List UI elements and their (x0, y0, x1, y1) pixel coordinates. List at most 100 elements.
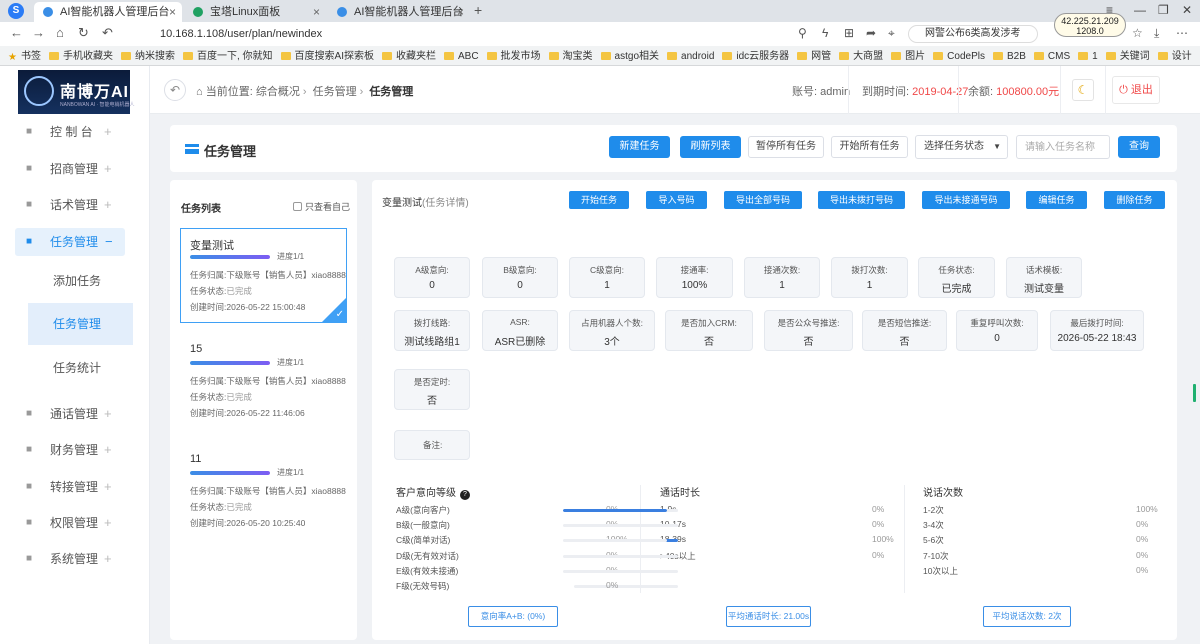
import-numbers-button[interactable]: 导入号码 (646, 191, 707, 209)
task-name-search-input[interactable] (1016, 135, 1110, 159)
logout-button[interactable]: ⏻ 退出 (1112, 76, 1160, 104)
download-icon[interactable]: ⤓ (1154, 26, 1159, 41)
avg-duration-button[interactable]: 平均通话时长: 21.00s (726, 606, 811, 627)
avg-speak-count-button[interactable]: 平均说话次数: 2次 (983, 606, 1071, 627)
brand-logo[interactable]: 南博万AI NANBOWAN AI · 智能电销机器人 (18, 70, 135, 114)
bookmark-item[interactable]: 纳米搜索 (121, 48, 175, 66)
export-unanswered-button[interactable]: 导出未接通号码 (922, 191, 1010, 209)
breadcrumb-item[interactable]: 综合概况 (256, 86, 300, 98)
home-icon[interactable]: ⌂ (56, 25, 64, 40)
task-status-select[interactable]: 选择任务状态 ▼ (915, 135, 1008, 159)
browser-search-input[interactable]: 网警公布6类高发涉考 (908, 25, 1038, 43)
bolt-icon[interactable]: ϟ (822, 26, 828, 40)
intent-rate-button[interactable]: 意向率A+B: (0%) (468, 606, 558, 627)
task-card[interactable]: 变量测试 进度1/1 任务归属:下级账号【销售人员】xiao8888 任务状态:已完成… (180, 228, 347, 323)
tab-close-icon[interactable]: × (169, 2, 176, 22)
distribution-percent: 0% (872, 549, 885, 560)
stat-label: 是否加入CRM: (681, 318, 737, 328)
bookmark-item[interactable]: 手机收藏夹 (49, 48, 113, 66)
distribution-percent: 100% (872, 534, 894, 545)
location-icon[interactable]: ⚲ (798, 26, 807, 40)
tab-ai-admin-2[interactable]: AI智能机器人管理后台 × (328, 2, 470, 22)
sidebar-item-transfer[interactable]: ■ 转接管理 + (0, 473, 150, 501)
tab-ai-admin[interactable]: AI智能机器人管理后台 × (34, 2, 182, 22)
expand-icon: + (104, 124, 112, 139)
search-button[interactable]: 查询 (1118, 136, 1160, 158)
tab-bt-panel[interactable]: 宝塔Linux面板 × (184, 2, 326, 22)
bookmark-item[interactable]: astgo相关 (601, 48, 659, 66)
bookmark-item[interactable]: android (667, 48, 714, 66)
page-scrollbar[interactable] (1193, 384, 1196, 402)
bookmark-item[interactable]: 大商盟 (839, 48, 883, 66)
bookmark-item[interactable]: 收藏夹栏 (382, 48, 436, 66)
export-all-numbers-button[interactable]: 导出全部号码 (724, 191, 802, 209)
task-card[interactable]: 11 进度1/1 任务归属:下级账号【销售人员】xiao8888 任务状态:已完成 创建… (180, 444, 347, 539)
delete-task-button[interactable]: 删除任务 (1104, 191, 1165, 209)
new-task-button[interactable]: 新建任务 (609, 136, 670, 158)
bookmark-item[interactable]: 批发市场 (487, 48, 541, 66)
sidebar-sub-task-manage[interactable]: 任务管理 (28, 303, 133, 345)
bookmark-star-icon[interactable]: ☆ (1132, 26, 1143, 40)
breadcrumb-item[interactable]: 任务管理 (313, 86, 357, 98)
sidebar-item-scripts[interactable]: ■ 话术管理 + (0, 191, 150, 219)
task-card[interactable]: 15 进度1/1 任务归属:下级账号【销售人员】xiao8888 任务状态:已完成 创建… (180, 334, 347, 429)
bookmark-item[interactable]: 设计 (1158, 48, 1192, 66)
tab-close-icon[interactable]: × (457, 2, 464, 22)
close-window-icon[interactable]: ✕ (1182, 3, 1192, 17)
bookmark-item[interactable]: CodePls (933, 48, 985, 66)
sidebar-item-permissions[interactable]: ■ 权限管理 + (0, 509, 150, 537)
sidebar-item-dashboard[interactable]: ■ 控 制 台 + (0, 118, 150, 146)
more-icon[interactable]: ⋯ (1176, 26, 1188, 40)
checkbox-icon[interactable] (293, 202, 302, 211)
sidebar-sub-add-task[interactable]: 添加任务 (28, 260, 133, 302)
sidebar-sub-task-stats[interactable]: 任务统计 (28, 347, 133, 389)
refresh-list-button[interactable]: 刷新列表 (680, 136, 741, 158)
sidebar-item-finance[interactable]: ■ 财务管理 + (0, 436, 150, 464)
new-tab-button[interactable]: + (474, 2, 482, 18)
maximize-icon[interactable]: ❐ (1158, 3, 1169, 17)
only-mine-checkbox[interactable]: 只查看自己 (293, 200, 350, 213)
minimize-icon[interactable]: — (1134, 3, 1146, 17)
task-progress-text: 进度1/1 (277, 468, 305, 477)
tab-close-icon[interactable]: × (313, 2, 320, 22)
forward-icon[interactable]: → (32, 25, 45, 40)
home-icon: ⌂ (196, 86, 203, 98)
share-icon[interactable]: ➦ (866, 26, 876, 40)
stat-label: ASR: (510, 317, 530, 327)
back-button[interactable]: ↶ (164, 79, 186, 101)
sidebar-item-tasks[interactable]: ■ 任务管理 − (15, 228, 125, 256)
export-undialed-button[interactable]: 导出未拨打号码 (818, 191, 905, 209)
pause-all-button[interactable]: 暂停所有任务 (748, 136, 824, 158)
undo-icon[interactable]: ↶ (102, 25, 113, 41)
sidebar-item-system[interactable]: ■ 系统管理 + (0, 545, 150, 573)
edit-task-button[interactable]: 编辑任务 (1026, 191, 1087, 209)
start-task-button[interactable]: 开始任务 (569, 191, 629, 209)
reload-icon[interactable]: ↻ (78, 25, 89, 41)
address-bar[interactable]: 10.168.1.108/user/plan/newindex (140, 25, 900, 43)
bookmark-item[interactable]: 网管 (797, 48, 831, 66)
bookmark-item[interactable]: 百度一下, 你就知 (183, 48, 273, 66)
sidebar-item-calls[interactable]: ■ 通话管理 + (0, 400, 150, 428)
sidebar-item-recruit[interactable]: ■ 招商管理 + (0, 155, 150, 183)
bookmark-item[interactable]: 1 (1078, 48, 1098, 66)
browser-logo-icon[interactable]: S (8, 3, 24, 19)
stat-label: 重复呼叫次数: (970, 318, 1024, 328)
bookmark-item[interactable]: 淘宝类 (549, 48, 593, 66)
bookmark-item[interactable]: 书签 (8, 48, 41, 66)
cursor-icon[interactable]: ⌖ (888, 26, 895, 41)
bookmark-item[interactable]: ABC (444, 48, 479, 66)
network-monitor-widget[interactable]: 42.225.21.209 1208.0 (1054, 13, 1126, 37)
stat-label: 话术模板: (1025, 265, 1063, 275)
start-all-button[interactable]: 开始所有任务 (831, 136, 908, 158)
back-icon[interactable]: ← (10, 25, 23, 40)
bookmark-item[interactable]: 图片 (891, 48, 925, 66)
distribution-label: 3-4次 (923, 520, 944, 531)
theme-toggle-moon-icon[interactable]: ☾ (1072, 79, 1094, 101)
help-icon[interactable]: ? (460, 490, 470, 500)
bookmark-item[interactable]: 百度搜索AI探索板 (281, 48, 374, 66)
bookmark-item[interactable]: B2B (993, 48, 1026, 66)
bookmark-item[interactable]: 关键词 (1106, 48, 1150, 66)
grid-icon[interactable]: ⊞ (844, 26, 854, 40)
bookmark-item[interactable]: CMS (1034, 48, 1070, 66)
bookmark-item[interactable]: idc云服务器 (722, 48, 789, 66)
